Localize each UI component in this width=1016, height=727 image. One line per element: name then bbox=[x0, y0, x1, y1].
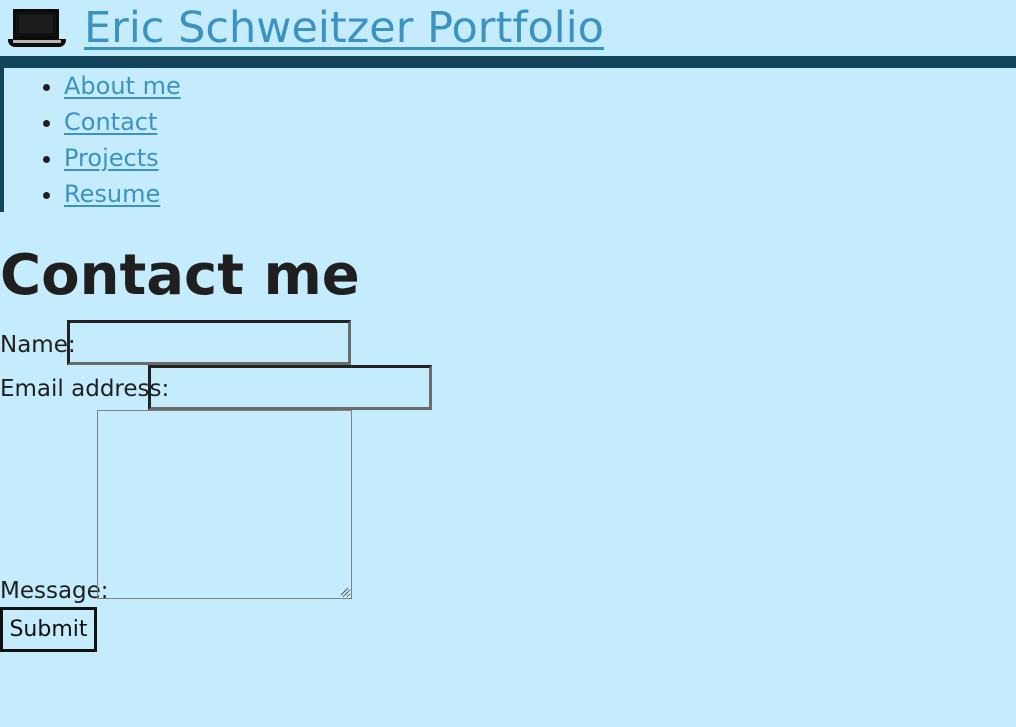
message-field[interactable] bbox=[97, 410, 352, 599]
site-header: Eric Schweitzer Portfolio bbox=[0, 0, 1016, 68]
nav-item-projects: Projects bbox=[64, 140, 181, 176]
nav-item-about-me: About me bbox=[64, 68, 181, 104]
submit-button[interactable]: Submit bbox=[0, 607, 97, 652]
laptop-icon bbox=[8, 7, 66, 49]
email-field[interactable] bbox=[148, 365, 432, 410]
nav-list: About me Contact Projects Resume bbox=[4, 68, 181, 212]
site-title-text: Eric Schweitzer Portfolio bbox=[84, 2, 604, 53]
main-navigation: About me Contact Projects Resume bbox=[0, 68, 181, 212]
name-label: Name: bbox=[0, 332, 76, 358]
projects-link[interactable]: Projects bbox=[64, 144, 159, 172]
about-me-link[interactable]: About me bbox=[64, 72, 181, 100]
site-title-link[interactable]: Eric Schweitzer Portfolio bbox=[8, 0, 604, 56]
page-title: Contact me bbox=[0, 243, 360, 308]
name-field[interactable] bbox=[67, 320, 351, 365]
contact-link[interactable]: Contact bbox=[64, 108, 157, 136]
nav-item-resume: Resume bbox=[64, 176, 181, 212]
nav-item-contact: Contact bbox=[64, 104, 181, 140]
resume-link[interactable]: Resume bbox=[64, 180, 160, 208]
message-label: Message: bbox=[0, 578, 109, 604]
email-label: Email address: bbox=[0, 376, 170, 402]
